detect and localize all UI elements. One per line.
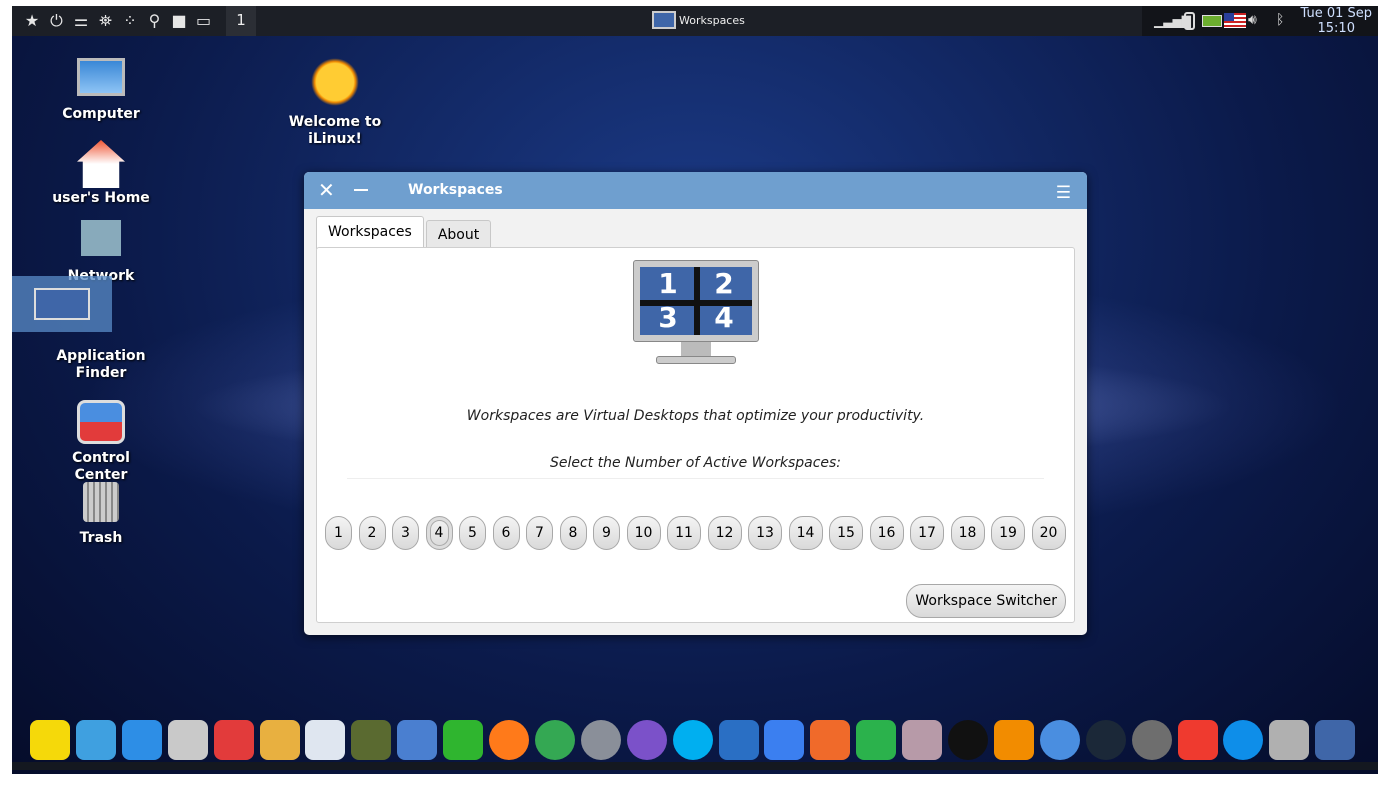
workspace-count-button-18[interactable]: 18 — [950, 516, 985, 550]
workspace-count-button-10[interactable]: 10 — [626, 516, 661, 550]
dock-skype-icon[interactable] — [672, 720, 713, 760]
menu-icon[interactable]: ☰ — [1056, 183, 1071, 203]
dock-control-center-icon[interactable] — [213, 720, 254, 760]
tab-workspaces[interactable]: Workspaces — [316, 216, 424, 249]
dock-anydesk-icon[interactable] — [1177, 720, 1218, 760]
volume-icon[interactable]: 🔊︎ — [1248, 12, 1257, 28]
workspaces-logo-icon: 1234 — [633, 260, 759, 368]
control-center-icon — [77, 400, 125, 444]
workspaces-icon — [652, 11, 676, 29]
minimize-icon[interactable] — [354, 189, 368, 191]
dock-favorites-star-icon[interactable] — [30, 720, 70, 760]
dock-rocket-icon[interactable] — [397, 720, 438, 760]
system-tray: ▁▃▅▇ 🔊︎ ᛒ Tue 01 Sep 15:10 — [1142, 6, 1378, 36]
dock-viber-icon[interactable] — [626, 720, 667, 760]
dock-timeshift-icon[interactable] — [1131, 720, 1172, 760]
star-icon[interactable]: ★ — [22, 11, 42, 31]
battery-device-icon[interactable] — [1184, 12, 1195, 30]
dock-teamviewer-icon[interactable] — [1223, 720, 1264, 760]
us-flag-icon[interactable] — [1224, 13, 1246, 28]
dock-chrome-icon[interactable] — [534, 720, 575, 760]
dock-wps-spreadsheet-icon[interactable] — [856, 720, 897, 760]
dock-color-palette-icon[interactable] — [259, 720, 300, 760]
network-icon — [81, 220, 121, 256]
power-icon[interactable]: ⏻ — [47, 11, 67, 31]
search-icon[interactable]: ⚲ — [145, 11, 165, 31]
workspace-count-button-1[interactable]: 1 — [325, 516, 352, 550]
workspace-count-button-19[interactable]: 19 — [991, 516, 1025, 550]
workspace-switcher-button[interactable]: Workspace Switcher — [906, 584, 1066, 618]
dock-binoculars-icon[interactable] — [351, 720, 392, 760]
prompt-text: Select the Number of Active Workspaces: — [549, 455, 842, 471]
workspace-count-button-16[interactable]: 16 — [869, 516, 904, 550]
dock-wps-presentation-icon[interactable] — [810, 720, 851, 760]
trash-icon — [83, 482, 119, 522]
apps-dots-icon[interactable]: ⁘ — [120, 11, 140, 31]
workspace-count-button-6[interactable]: 6 — [492, 516, 520, 550]
workspace-count-button-2[interactable]: 2 — [358, 516, 386, 550]
workspace-count-button-8[interactable]: 8 — [559, 516, 587, 550]
binoculars-icon[interactable]: ⛯ — [96, 11, 116, 31]
workspace-indicator[interactable]: 1 — [226, 6, 256, 36]
desktop-icon[interactable]: ▭ — [194, 11, 214, 31]
workspace-count-button-17[interactable]: 17 — [910, 516, 944, 550]
workspace-count-button-9[interactable]: 9 — [593, 516, 620, 550]
description-text: Workspaces are Virtual Desktops that opt… — [466, 408, 925, 424]
desktop-icon-application-finder[interactable]: Application Finder — [46, 300, 156, 382]
workspace-count-button-7[interactable]: 7 — [526, 516, 553, 550]
home-icon — [77, 140, 125, 188]
task-title: Workspaces — [679, 13, 745, 27]
tab-about[interactable]: About — [425, 220, 492, 249]
dock-qbittorrent-icon[interactable] — [1039, 720, 1080, 760]
computer-icon — [77, 58, 125, 96]
dock-workspaces-icon[interactable] — [1315, 720, 1356, 760]
dock-amazon-icon[interactable] — [948, 720, 988, 760]
workspaces-panel: 1234 Workspaces are Virtual Desktops tha… — [316, 247, 1075, 623]
top-panel: ★ ⏻ ⚌ ⛯ ⁘ ⚲ ■ ▭ 1 Workspaces ▁▃▅▇ 🔊︎ ᛒ Tue 01 S… — [12, 6, 1378, 36]
workspace-count-button-14[interactable]: 14 — [788, 516, 823, 550]
desktop-icon-trash[interactable]: Trash — [46, 482, 156, 547]
workspace-count-button-15[interactable]: 15 — [829, 516, 863, 550]
dock-steam-icon[interactable] — [1085, 720, 1126, 760]
battery-charging-icon[interactable] — [1202, 15, 1222, 27]
workspace-count-button-5[interactable]: 5 — [459, 516, 486, 550]
dock-google-earth-pro-icon[interactable] — [580, 720, 621, 760]
desktop-icon-welcome[interactable]: Welcome to iLinux! — [280, 58, 390, 148]
binoculars-icon — [77, 300, 125, 338]
dock-green-pipe-icon[interactable] — [443, 720, 484, 760]
dock-screenshot-icon[interactable] — [902, 720, 943, 760]
toggle-icon[interactable]: ⚌ — [71, 11, 91, 31]
close-icon[interactable]: ✕ — [318, 178, 335, 202]
dock-firefox-icon[interactable] — [489, 720, 529, 760]
dock-wps-writer-icon[interactable] — [764, 720, 805, 760]
folder-icon[interactable]: ■ — [169, 11, 189, 31]
dock-bar — [12, 762, 1378, 770]
workspace-count-button-20[interactable]: 20 — [1031, 516, 1066, 550]
window-titlebar[interactable]: ✕ Workspaces ☰ — [304, 172, 1087, 209]
sun-smiley-icon — [311, 58, 359, 106]
desktop-icon-home[interactable]: user's Home — [46, 140, 156, 207]
workspaces-window: ✕ Workspaces ☰ Workspaces About 1234 Wor… — [304, 172, 1087, 635]
desktop: ★ ⏻ ⚌ ⛯ ⁘ ⚲ ■ ▭ 1 Workspaces ▁▃▅▇ 🔊︎ ᛒ Tue 01 S… — [12, 6, 1378, 774]
desktop-icon-control-center[interactable]: Control Center — [46, 400, 156, 484]
dock-trash-icon[interactable] — [1269, 720, 1310, 760]
dock — [12, 710, 1378, 774]
workspace-count-button-3[interactable]: 3 — [392, 516, 419, 550]
bluetooth-icon[interactable]: ᛒ — [1276, 12, 1284, 28]
workspace-count-button-11[interactable]: 11 — [667, 516, 701, 550]
dock-file-cabinet-icon[interactable] — [167, 720, 208, 760]
clock[interactable]: Tue 01 Sep 15:10 — [1300, 6, 1372, 36]
desktop-icon-computer[interactable]: Computer — [46, 58, 156, 123]
window-title: Workspaces — [408, 182, 503, 198]
workspace-count-button-12[interactable]: 12 — [707, 516, 742, 550]
workspace-count-button-4[interactable]: 4 — [425, 516, 453, 550]
dock-app-store-icon[interactable] — [305, 720, 346, 760]
dock-window-icon[interactable] — [121, 720, 162, 760]
taskbar-item-workspaces[interactable]: Workspaces — [652, 11, 745, 29]
dock-mail-icon[interactable] — [718, 720, 759, 760]
dock-app-launcher-icon[interactable] — [75, 720, 116, 760]
dock-vlc-icon[interactable] — [993, 720, 1034, 760]
workspace-count-button-13[interactable]: 13 — [748, 516, 782, 550]
